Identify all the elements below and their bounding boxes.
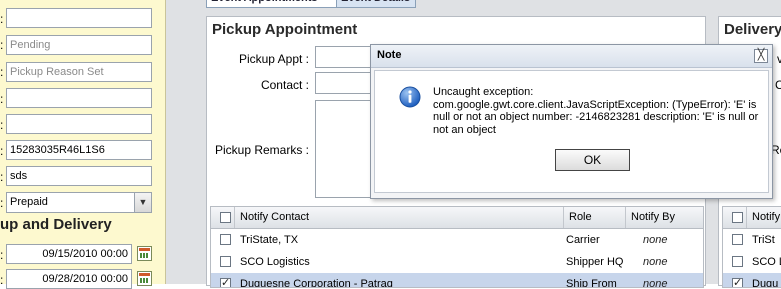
contact-name: SCO L <box>752 256 781 268</box>
close-icon[interactable]: ╳ <box>754 49 768 63</box>
table-row[interactable]: Duquesne Corporation - Patraq Ship From … <box>211 273 703 288</box>
pickup-remarks-textarea[interactable] <box>315 100 375 198</box>
row-checkbox[interactable] <box>220 256 231 267</box>
sidebar-field-4[interactable] <box>6 88 152 108</box>
delivery-date-field[interactable]: 09/28/2010 00:00 <box>6 269 132 289</box>
row-checkbox[interactable] <box>732 276 743 287</box>
calendar-icon[interactable] <box>137 246 152 261</box>
column-notify-contact[interactable]: Notify <box>746 207 781 228</box>
dialog-title: Note <box>377 49 402 61</box>
info-icon <box>399 86 421 108</box>
contact-role: Carrier <box>566 234 600 246</box>
status-field[interactable]: Pending <box>6 35 152 55</box>
dialog-body: Uncaught exception: com.google.gwt.core.… <box>374 70 769 193</box>
delivery-contact-label: C <box>775 78 781 92</box>
payment-terms-value: Prepaid <box>10 196 48 208</box>
tab-event-appointments[interactable]: Event Appointments <box>206 0 341 8</box>
pickup-panel-title: Pickup Appointment <box>212 21 358 38</box>
table-row[interactable]: Duqu <box>723 273 781 288</box>
reference-number-field[interactable]: 15283035R46L1S6 <box>6 140 152 160</box>
row-checkbox[interactable] <box>732 256 743 267</box>
tab-event-details[interactable]: Event Details <box>336 0 416 8</box>
row-checkbox[interactable] <box>732 234 743 245</box>
table-row[interactable]: TriState, TX Carrier none <box>211 229 703 251</box>
table-row[interactable]: TriSt <box>723 229 781 251</box>
column-notify-by[interactable]: Notify By <box>625 207 701 228</box>
grid-header: Notify Contact Role Notify By <box>211 207 703 229</box>
shipment-sidebar: : : Pending : Pickup Reason Set : : : 15… <box>0 0 166 289</box>
sidebar-field-5[interactable] <box>6 114 152 134</box>
sidebar-field-7[interactable]: sds <box>6 166 152 186</box>
contact-name: Duqu <box>752 278 779 288</box>
chevron-down-icon[interactable]: ▼ <box>134 193 151 212</box>
delivery-notify-grid: Notify TriSt SCO L Duqu <box>722 206 781 288</box>
ok-button[interactable]: OK <box>555 149 630 171</box>
contact-label: Contact : <box>260 78 309 92</box>
contact-name: SCO Logistics <box>240 256 310 268</box>
notify-by-value: none <box>643 234 668 246</box>
contact-role: Ship From <box>566 278 617 288</box>
notify-by-value: none <box>643 256 668 268</box>
contact-input[interactable] <box>315 72 375 94</box>
select-all-checkbox[interactable] <box>220 212 231 223</box>
column-notify-contact[interactable]: Notify Contact <box>234 207 560 228</box>
dialog-titlebar[interactable]: Note ╳ <box>371 45 772 68</box>
delivery-appt-label: ver <box>777 52 781 66</box>
row-checkbox[interactable] <box>220 276 231 287</box>
column-role[interactable]: Role <box>563 207 623 228</box>
pickup-appt-label: Pickup Appt : <box>238 52 309 66</box>
payment-terms-select[interactable]: Prepaid ▼ <box>6 192 152 213</box>
notify-contact-grid: Notify Contact Role Notify By TriState, … <box>210 206 704 288</box>
pickup-remarks-label: Pickup Remarks : <box>214 143 309 157</box>
select-all-checkbox[interactable] <box>732 212 743 223</box>
pickup-appt-input[interactable] <box>315 46 375 68</box>
error-message: Uncaught exception: com.google.gwt.core.… <box>433 86 759 136</box>
delivery-panel-title: Delivery <box>724 21 781 38</box>
table-row[interactable]: SCO Logistics Shipper HQ none <box>211 251 703 273</box>
note-dialog: Note ╳ Uncaught exception: com.google.gw… <box>370 44 773 199</box>
table-row[interactable]: SCO L <box>723 251 781 273</box>
grid-header: Notify <box>723 207 781 229</box>
row-checkbox[interactable] <box>220 234 231 245</box>
pickup-date-field[interactable]: 09/15/2010 00:00 <box>6 244 132 264</box>
contact-name: Duquesne Corporation - Patraq <box>240 278 393 288</box>
pickup-delivery-heading: up and Delivery <box>0 216 112 233</box>
notify-by-value: none <box>643 278 668 288</box>
contact-role: Shipper HQ <box>566 256 624 268</box>
contact-name: TriState, TX <box>240 234 299 246</box>
contact-name: TriSt <box>752 234 775 246</box>
reason-field[interactable]: Pickup Reason Set <box>6 62 152 82</box>
sidebar-field-1[interactable] <box>6 8 152 28</box>
